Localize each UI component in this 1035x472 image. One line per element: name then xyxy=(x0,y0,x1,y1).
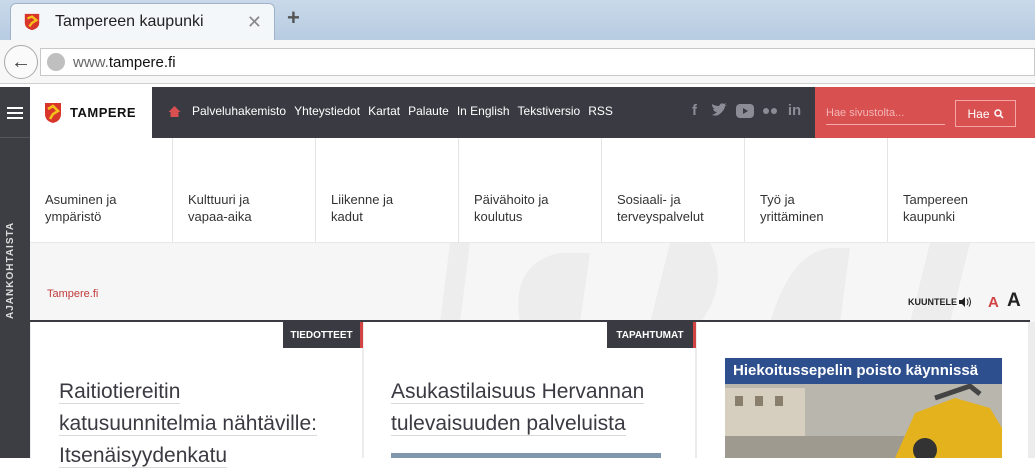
search-button[interactable]: Hae xyxy=(955,100,1016,127)
card-tag-tapahtumat[interactable]: TAPAHTUMAT xyxy=(607,322,696,348)
feature-banner-image[interactable]: Hiekoitussepelin poisto käynnissä xyxy=(725,358,1002,458)
speaker-icon xyxy=(959,297,971,307)
new-tab-icon[interactable]: + xyxy=(287,5,300,31)
hamburger-menu-icon[interactable] xyxy=(7,107,23,119)
listen-label: KUUNTELE xyxy=(908,297,957,307)
logo-text: TAMPERE xyxy=(70,105,137,120)
event-card[interactable]: TAPAHTUMAT Asukastilaisuus Hervannan tul… xyxy=(364,322,696,458)
back-button[interactable]: ← xyxy=(4,45,38,79)
category-kulttuuri[interactable]: Kulttuuri ja vapaa-aika xyxy=(173,138,316,242)
left-rail: AJANKOHTAISTA xyxy=(0,87,30,458)
tampere-shield-icon xyxy=(45,102,61,123)
nav-link-yhteystiedot[interactable]: Yhteystiedot xyxy=(294,104,360,118)
url-text: www.tampere.fi xyxy=(73,53,176,71)
nav-link-kartat[interactable]: Kartat xyxy=(368,104,400,118)
card-tag-tiedotteet[interactable]: TIEDOTTEET xyxy=(283,322,363,348)
top-nav: Palveluhakemisto Yhteystiedot Kartat Pal… xyxy=(168,104,621,118)
category-asuminen[interactable]: Asuminen ja ympäristö xyxy=(30,138,173,242)
search-button-label: Hae xyxy=(967,106,990,121)
banner-title: Hiekoitussepelin poisto käynnissä xyxy=(725,358,1002,384)
news-card[interactable]: TIEDOTTEET Raitiotiereitin katusuunnitel… xyxy=(31,322,363,468)
category-tyo[interactable]: Työ ja yrittäminen xyxy=(745,138,888,242)
breadcrumb-band: Tampere.fi KUUNTELE A A xyxy=(30,242,1035,322)
category-sosiaali[interactable]: Sosiaali- ja terveyspalvelut xyxy=(602,138,745,242)
back-arrow-icon: ← xyxy=(11,50,31,73)
tab-title: Tampereen kaupunki xyxy=(55,13,204,30)
background-pattern xyxy=(440,243,970,322)
close-tab-icon[interactable]: ✕ xyxy=(247,12,262,33)
search-icon xyxy=(993,108,1004,119)
category-paivahoito[interactable]: Päivähoito ja koulutus xyxy=(459,138,602,242)
font-size-large-button[interactable]: A xyxy=(1007,290,1021,312)
linkedin-icon[interactable]: in xyxy=(786,102,803,119)
nav-link-rss[interactable]: RSS xyxy=(588,104,613,118)
social-links: f in xyxy=(686,102,803,119)
category-nav: Asuminen ja ympäristö Kulttuuri ja vapaa-a… xyxy=(30,138,1035,242)
nav-link-tekstiversio[interactable]: Tekstiversio xyxy=(518,104,581,118)
tampere-favicon-icon xyxy=(24,13,40,31)
nav-link-in-english[interactable]: In English xyxy=(457,104,510,118)
rail-label-ajankohtaista[interactable]: AJANKOHTAISTA xyxy=(5,222,16,319)
listen-button[interactable]: KUUNTELE xyxy=(908,297,972,307)
rail-divider xyxy=(0,137,30,138)
font-size-small-button[interactable]: A xyxy=(988,294,999,311)
twitter-icon[interactable] xyxy=(711,103,728,118)
search-area: Hae xyxy=(815,87,1035,138)
address-bar: www.tampere.fi ← xyxy=(0,40,1035,84)
category-tampereen-kaupunki[interactable]: Tampereen kaupunki xyxy=(888,138,1031,242)
search-input[interactable] xyxy=(826,101,945,125)
globe-icon xyxy=(47,53,65,71)
url-field[interactable]: www.tampere.fi xyxy=(40,48,1035,76)
facebook-icon[interactable]: f xyxy=(686,102,703,119)
content-area: TIEDOTTEET Raitiotiereitin katusuunnitel… xyxy=(30,322,1035,468)
browser-tab[interactable]: Tampereen kaupunki ✕ xyxy=(10,3,275,40)
nav-link-palaute[interactable]: Palaute xyxy=(408,104,449,118)
event-headline[interactable]: Asukastilaisuus Hervannan tulevaisuuden … xyxy=(391,376,671,440)
breadcrumb-home[interactable]: Tampere.fi xyxy=(47,288,98,300)
flickr-icon[interactable] xyxy=(762,107,778,115)
browser-tab-bar: Tampereen kaupunki ✕ + xyxy=(0,0,1035,40)
home-icon[interactable] xyxy=(168,105,181,118)
youtube-icon[interactable] xyxy=(736,103,754,118)
event-image xyxy=(391,453,661,458)
nav-link-palveluhakemisto[interactable]: Palveluhakemisto xyxy=(192,104,286,118)
feature-card[interactable]: Hiekoitussepelin poisto käynnissä xyxy=(697,322,1028,458)
site-logo[interactable]: TAMPERE xyxy=(30,87,152,138)
category-liikenne[interactable]: Liikenne ja kadut xyxy=(316,138,459,242)
site-header: TAMPERE Palveluhakemisto Yhteystiedot Ka… xyxy=(30,87,1035,138)
